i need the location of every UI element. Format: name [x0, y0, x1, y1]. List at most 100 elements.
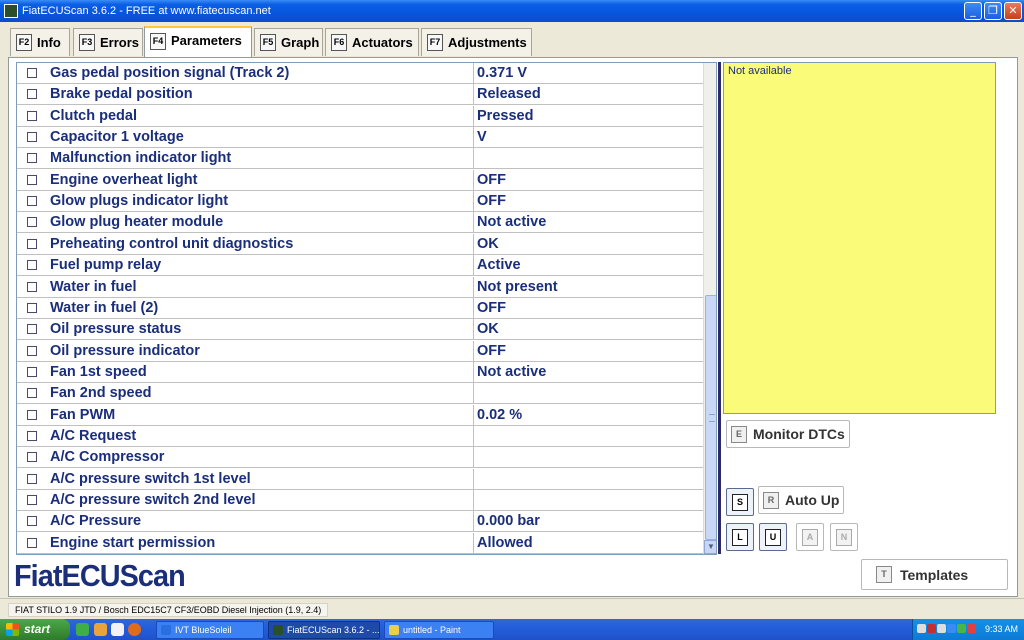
- row-checkbox[interactable]: [27, 68, 37, 78]
- quicklaunch-icon[interactable]: [94, 623, 107, 636]
- parameter-row[interactable]: Fuel pump relay Active: [17, 255, 703, 277]
- parameter-row[interactable]: Glow plug heater module Not active: [17, 212, 703, 234]
- row-checkbox[interactable]: [27, 196, 37, 207]
- task-bluesoleil[interactable]: IVT BlueSoleil: [156, 621, 264, 639]
- close-button[interactable]: ✕: [1004, 2, 1022, 20]
- s-button[interactable]: S: [726, 488, 754, 516]
- column-divider: [473, 404, 474, 426]
- column-divider: [473, 276, 474, 298]
- column-divider: [473, 468, 474, 490]
- parameter-row[interactable]: Fan 2nd speed: [17, 383, 703, 405]
- row-checkbox[interactable]: [27, 281, 37, 292]
- tab-label: Info: [37, 35, 61, 50]
- parameter-row[interactable]: Brake pedal position Released: [17, 84, 703, 106]
- tab-graph[interactable]: F5 Graph: [254, 28, 323, 56]
- parameter-row[interactable]: A/C pressure switch 2nd level: [17, 490, 703, 511]
- n-button[interactable]: N: [830, 523, 858, 551]
- u-button[interactable]: U: [759, 523, 787, 551]
- parameter-row[interactable]: Gas pedal position signal (Track 2) 0.37…: [17, 63, 703, 84]
- parameter-row[interactable]: A/C pressure switch 1st level: [17, 468, 703, 490]
- row-checkbox[interactable]: [27, 89, 37, 100]
- tray-icon[interactable]: [927, 624, 936, 633]
- tab-adjustments[interactable]: F7 Adjustments: [421, 28, 532, 56]
- l-button[interactable]: L: [726, 523, 754, 551]
- row-checkbox[interactable]: [27, 153, 37, 164]
- row-checkbox[interactable]: [27, 537, 37, 548]
- parameter-row[interactable]: A/C Request: [17, 425, 703, 447]
- parameter-row[interactable]: Water in fuel Not present: [17, 276, 703, 298]
- tray-icon[interactable]: [937, 624, 946, 633]
- column-divider: [473, 532, 474, 554]
- row-checkbox[interactable]: [27, 473, 37, 484]
- key-badge: F5: [260, 34, 276, 51]
- tab-parameters[interactable]: F4 Parameters: [144, 26, 252, 57]
- row-checkbox[interactable]: [27, 110, 37, 121]
- row-checkbox[interactable]: [27, 388, 37, 399]
- firefox-icon[interactable]: [128, 623, 141, 636]
- minimize-button[interactable]: _: [964, 2, 982, 20]
- parameter-row[interactable]: Fan PWM 0.02 %: [17, 404, 703, 426]
- tray-icon[interactable]: [957, 624, 966, 633]
- row-checkbox[interactable]: [27, 132, 37, 143]
- parameter-name: Glow plug heater module: [50, 214, 224, 231]
- parameter-row[interactable]: Glow plugs indicator light OFF: [17, 191, 703, 213]
- row-checkbox[interactable]: [27, 324, 37, 335]
- app-icon: [273, 625, 283, 635]
- monitor-dtcs-button[interactable]: E Monitor DTCs: [726, 420, 850, 448]
- column-divider: [473, 361, 474, 383]
- row-checkbox[interactable]: [27, 516, 37, 527]
- task-paint[interactable]: untitled - Paint: [384, 621, 494, 639]
- show-desktop-icon[interactable]: [76, 623, 89, 636]
- parameter-row[interactable]: Preheating control unit diagnostics OK: [17, 233, 703, 255]
- templates-button[interactable]: T Templates: [861, 559, 1008, 590]
- scrollbar-thumb[interactable]: [705, 295, 716, 540]
- row-checkbox[interactable]: [27, 495, 37, 505]
- parameter-row[interactable]: Oil pressure indicator OFF: [17, 340, 703, 362]
- parameter-name: Oil pressure indicator: [50, 342, 200, 359]
- column-divider: [473, 297, 474, 319]
- parameter-row[interactable]: Fan 1st speed Not active: [17, 361, 703, 383]
- media-player-icon[interactable]: [111, 623, 124, 636]
- row-checkbox[interactable]: [27, 366, 37, 377]
- tray-icon[interactable]: [917, 624, 926, 633]
- key-badge: N: [836, 529, 852, 546]
- task-label: untitled - Paint: [403, 625, 461, 635]
- maximize-button[interactable]: ❐: [984, 2, 1002, 20]
- scroll-down-icon[interactable]: ▼: [704, 540, 716, 554]
- row-checkbox[interactable]: [27, 452, 37, 463]
- parameter-row[interactable]: Engine start permission Allowed: [17, 532, 703, 554]
- row-checkbox[interactable]: [27, 409, 37, 420]
- tab-info[interactable]: F2 Info: [10, 28, 70, 56]
- row-checkbox[interactable]: [27, 217, 37, 228]
- auto-up-button[interactable]: R Auto Up: [758, 486, 844, 514]
- start-button[interactable]: start: [0, 619, 70, 640]
- row-checkbox[interactable]: [27, 174, 37, 185]
- tray-icon[interactable]: [967, 624, 976, 633]
- parameter-row[interactable]: Engine overheat light OFF: [17, 169, 703, 191]
- a-button[interactable]: A: [796, 523, 824, 551]
- parameter-name: Glow plugs indicator light: [50, 193, 229, 210]
- row-checkbox[interactable]: [27, 238, 37, 249]
- row-checkbox[interactable]: [27, 430, 37, 441]
- parameter-value: Released: [477, 86, 541, 103]
- parameter-value: Active: [477, 257, 521, 274]
- title-bar[interactable]: FiatECUScan 3.6.2 - FREE at www.fiatecus…: [0, 0, 1024, 22]
- task-fiatecuscan[interactable]: FiatECUScan 3.6.2 - ...: [268, 621, 380, 639]
- parameter-row[interactable]: Oil pressure status OK: [17, 319, 703, 341]
- vertical-scrollbar[interactable]: ▼: [703, 63, 716, 554]
- row-checkbox[interactable]: [27, 345, 37, 356]
- parameter-row[interactable]: A/C Compressor: [17, 447, 703, 469]
- row-checkbox[interactable]: [27, 260, 37, 271]
- task-label: IVT BlueSoleil: [175, 625, 232, 635]
- row-checkbox[interactable]: [27, 302, 37, 313]
- tab-actuators[interactable]: F6 Actuators: [325, 28, 419, 56]
- tab-label: Parameters: [171, 33, 242, 48]
- parameter-row[interactable]: Clutch pedal Pressed: [17, 105, 703, 127]
- tab-errors[interactable]: F3 Errors: [73, 28, 143, 56]
- key-badge: S: [732, 494, 748, 511]
- tray-icon[interactable]: [947, 624, 956, 633]
- parameter-row[interactable]: A/C Pressure 0.000 bar: [17, 511, 703, 533]
- parameter-row[interactable]: Malfunction indicator light: [17, 148, 703, 170]
- parameter-row[interactable]: Capacitor 1 voltage V: [17, 127, 703, 149]
- parameter-row[interactable]: Water in fuel (2) OFF: [17, 297, 703, 319]
